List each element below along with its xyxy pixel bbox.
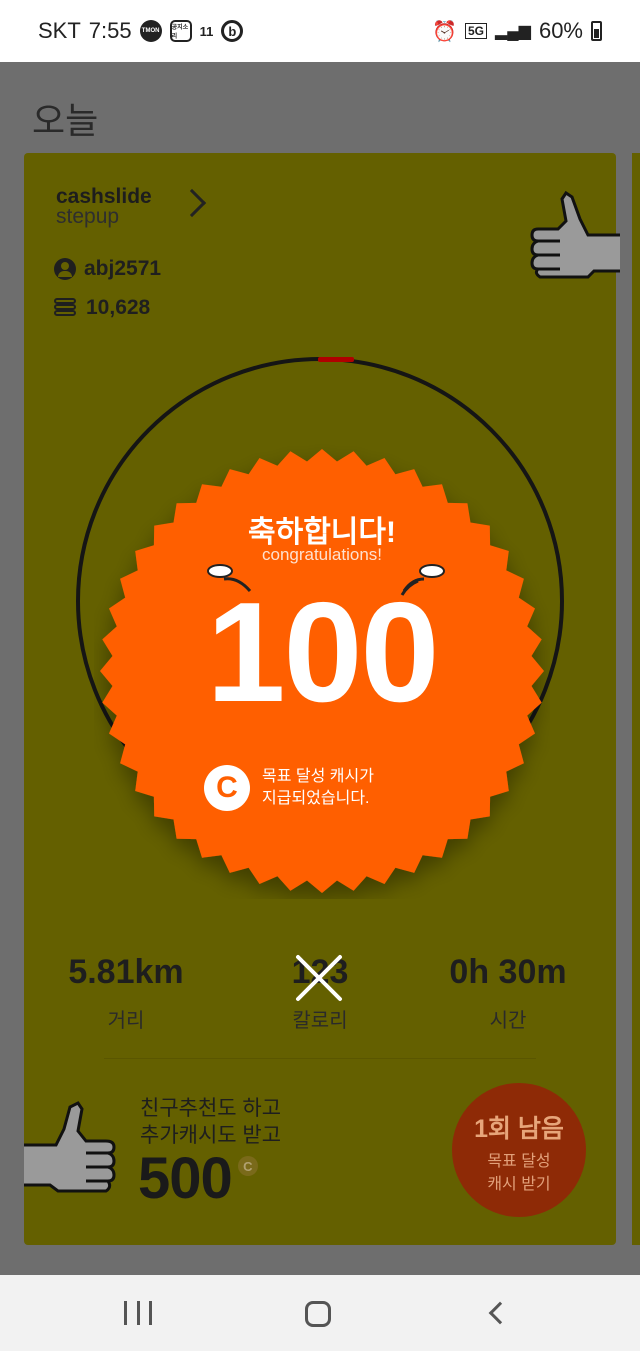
carrier-label: SKT	[38, 18, 81, 43]
reward-message: C 목표 달성 캐시가 지급되었습니다.	[204, 765, 374, 811]
eleven-street-icon: 11	[199, 23, 214, 39]
goal-sub-line2: 캐시 받기	[487, 1176, 551, 1193]
cash-coin-icon: C	[204, 765, 250, 811]
congrats-badge[interactable]: 축하합니다! congratulations! 100 C 목표 달성 캐시가 …	[94, 443, 550, 899]
goal-sub-line1: 목표 달성	[487, 1153, 551, 1170]
user-row: abj2571	[54, 257, 161, 281]
recents-button[interactable]	[124, 1301, 152, 1325]
b-app-icon: b	[221, 20, 244, 42]
get-goal-cash-button[interactable]: 1회 남음 목표 달성 캐시 받기	[452, 1083, 586, 1217]
battery-icon	[591, 21, 602, 41]
user-icon	[54, 258, 76, 280]
chevron-right-icon[interactable]	[177, 188, 207, 218]
promo-line1: 친구추천도 하고	[140, 1097, 282, 1120]
time-value: 0h 30m	[449, 953, 567, 991]
cashslide-stepup-logo[interactable]: cashslide stepup	[56, 185, 152, 228]
battery-percent: 60%	[538, 18, 583, 43]
next-card-peek[interactable]	[632, 153, 640, 1245]
reward-amount: 100	[206, 573, 440, 732]
progress-ring-marker	[318, 357, 354, 362]
remaining-count: 1회 남음	[474, 1115, 564, 1143]
referral-promo[interactable]: 친구추천도 하고 추가캐시도 받고	[140, 1095, 281, 1149]
coin-row: 10,628	[54, 296, 150, 320]
thumbs-up-icon	[530, 190, 620, 279]
brand-line1: cashslide	[56, 185, 152, 208]
status-left: SKT 7:55 TMON 공지소리 11 b	[38, 18, 244, 44]
alarm-icon: ⏰	[432, 20, 457, 43]
page-title: 오늘	[32, 100, 99, 141]
clock: 7:55	[88, 18, 132, 43]
disabled-x-icon	[296, 955, 342, 1001]
back-button[interactable]	[488, 1301, 512, 1325]
distance-label: 거리	[107, 1010, 145, 1032]
signal-icon: ▂▄▆	[495, 23, 531, 40]
calorie-label: 칼로리	[292, 1010, 348, 1032]
divider	[104, 1058, 536, 1059]
cash-coin-icon: C	[237, 1156, 258, 1176]
message-line2: 지급되었습니다.	[262, 790, 370, 807]
status-right: ⏰ 5G ▂▄▆ 60%	[432, 18, 602, 44]
status-bar: SKT 7:55 TMON 공지소리 11 b ⏰ 5G ▂▄▆ 60%	[0, 0, 640, 62]
network-5g-icon: 5G	[464, 23, 487, 39]
coin-balance: 10,628	[86, 296, 151, 319]
distance-value: 5.81km	[68, 953, 184, 991]
thumbs-up-icon	[24, 1101, 116, 1193]
stepup-card[interactable]: cashslide stepup abj2571 10,628 축하합니다! c…	[24, 153, 620, 1245]
coins-icon	[54, 298, 78, 318]
promo-amount: 500	[138, 1146, 233, 1211]
time-label: 시간	[489, 1010, 527, 1032]
badge-subtitle: congratulations!	[261, 545, 383, 564]
brand-line2: stepup	[56, 205, 120, 228]
navigation-bar	[0, 1275, 640, 1351]
distance-stat: 5.81km 거리	[26, 953, 226, 1033]
promo-amount-row[interactable]: 500 C	[138, 1145, 258, 1212]
notice-app-icon: 공지소리	[169, 20, 192, 42]
tmon-app-icon: TMON	[139, 20, 162, 42]
username: abj2571	[84, 257, 162, 280]
home-button[interactable]	[305, 1301, 331, 1327]
message-line1: 목표 달성 캐시가	[262, 768, 374, 785]
time-stat: 0h 30m 시간	[408, 953, 608, 1033]
